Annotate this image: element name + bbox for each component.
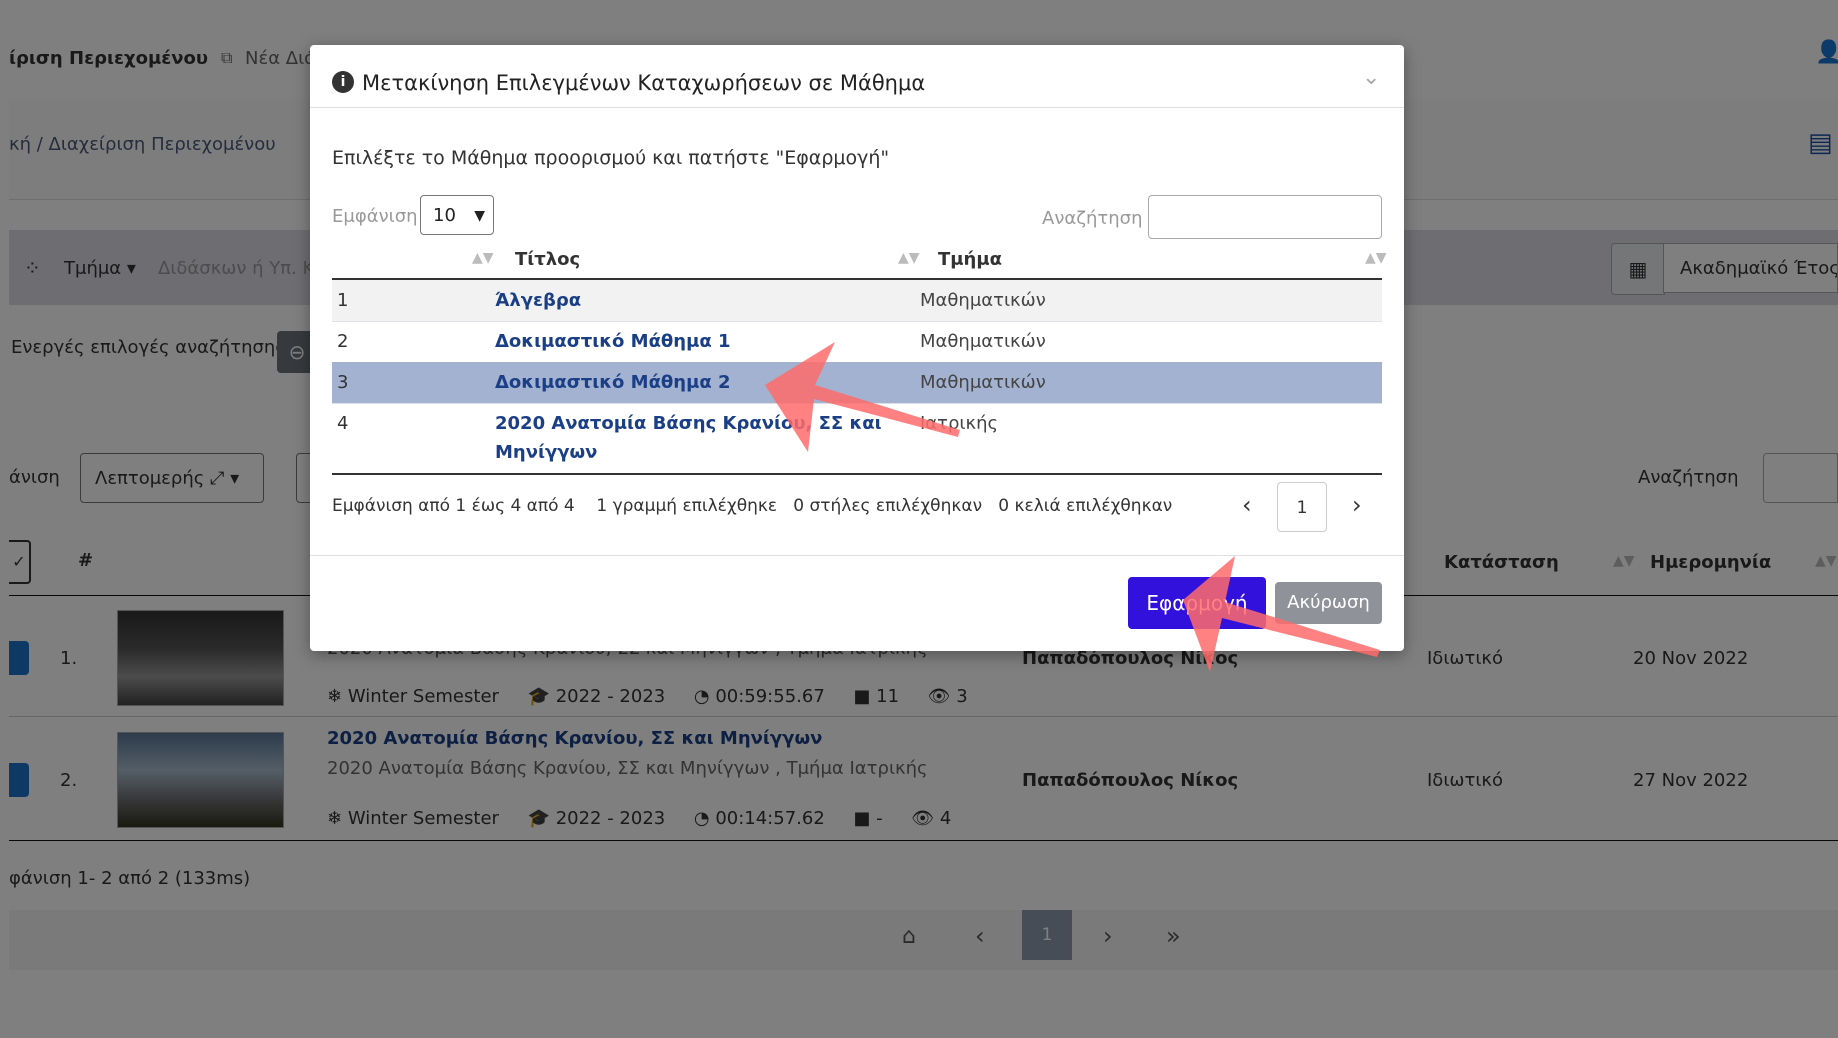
row-number: 1 <box>337 290 349 311</box>
table-row-selected[interactable]: 3 Δοκιμαστικό Μάθημα 2 Μαθηματικών <box>332 362 1382 404</box>
row-dept: Μαθηματικών <box>920 331 1046 352</box>
table-row[interactable]: 4 2020 Ανατομία Βάσης Κρανίου, ΣΣ και Μη… <box>332 403 1382 474</box>
row-dept: Ιατρικής <box>920 413 999 434</box>
row-title-link[interactable]: Δοκιμαστικό Μάθημα 1 <box>495 331 731 352</box>
row-dept: Μαθηματικών <box>920 290 1046 311</box>
modal-page-current[interactable]: 1 <box>1277 482 1327 532</box>
modal-search-input[interactable] <box>1148 195 1382 239</box>
col-dept[interactable]: Τμήμα <box>938 249 1002 270</box>
modal-instruction: Επιλέξτε το Μάθημα προορισμού και πατήστ… <box>332 147 890 169</box>
show-label: Εμφάνιση <box>332 206 418 227</box>
sort-icon[interactable]: ▲▼ <box>472 250 494 266</box>
apply-button[interactable]: Εφαρμογή <box>1128 577 1266 629</box>
cancel-button[interactable]: Ακύρωση <box>1275 582 1382 624</box>
modal-title: Μετακίνηση Επιλεγμένων Καταχωρήσεων σε Μ… <box>362 71 926 95</box>
row-number: 4 <box>337 413 349 434</box>
close-icon[interactable]: ⌄ <box>1362 65 1380 90</box>
row-title-link-line2[interactable]: Μηνίγγων <box>495 442 597 463</box>
chevron-down-icon: ▼ <box>474 208 485 224</box>
table-bottom-line <box>332 473 1382 475</box>
info-selected-rows: 1 γραμμή επιλέχθηκε <box>596 496 778 516</box>
modal-search-label: Αναζήτηση <box>1042 208 1143 229</box>
next-page-icon[interactable]: › <box>1352 491 1362 519</box>
modal-footer-divider <box>310 555 1404 556</box>
info-selected-cols: 0 στήλες επιλέχθηκαν <box>793 496 983 516</box>
row-number: 3 <box>337 372 349 393</box>
sort-icon[interactable]: ▲▼ <box>898 250 920 266</box>
row-title-link[interactable]: Άλγεβρα <box>495 290 581 311</box>
row-title-link[interactable]: Δοκιμαστικό Μάθημα 2 <box>495 372 731 393</box>
move-entries-modal: i Μετακίνηση Επιλεγμένων Καταχωρήσεων σε… <box>310 45 1404 651</box>
row-dept: Μαθηματικών <box>920 372 1046 393</box>
table-info: Εμφάνιση από 1 έως 4 από 4 1 γραμμή επιλ… <box>332 496 1172 516</box>
modal-header: i Μετακίνηση Επιλεγμένων Καταχωρήσεων σε… <box>310 45 1404 108</box>
page-size-value: 10 <box>433 205 456 226</box>
page-size-select[interactable]: 10 ▼ <box>420 195 494 235</box>
row-title-link[interactable]: 2020 Ανατομία Βάσης Κρανίου, ΣΣ και <box>495 413 882 434</box>
table-row[interactable]: 2 Δοκιμαστικό Μάθημα 1 Μαθηματικών <box>332 321 1382 363</box>
modal-page-label: 1 <box>1296 498 1308 518</box>
info-range: Εμφάνιση από 1 έως 4 από 4 <box>332 496 575 516</box>
info-selected-cells: 0 κελιά επιλέχθηκαν <box>998 496 1173 516</box>
row-number: 2 <box>337 331 349 352</box>
info-icon: i <box>332 71 354 93</box>
table-row[interactable]: 1 Άλγεβρα Μαθηματικών <box>332 280 1382 322</box>
col-title[interactable]: Τίτλος <box>515 249 580 270</box>
sort-icon[interactable]: ▲▼ <box>1365 250 1387 266</box>
prev-page-icon[interactable]: ‹ <box>1242 491 1252 519</box>
